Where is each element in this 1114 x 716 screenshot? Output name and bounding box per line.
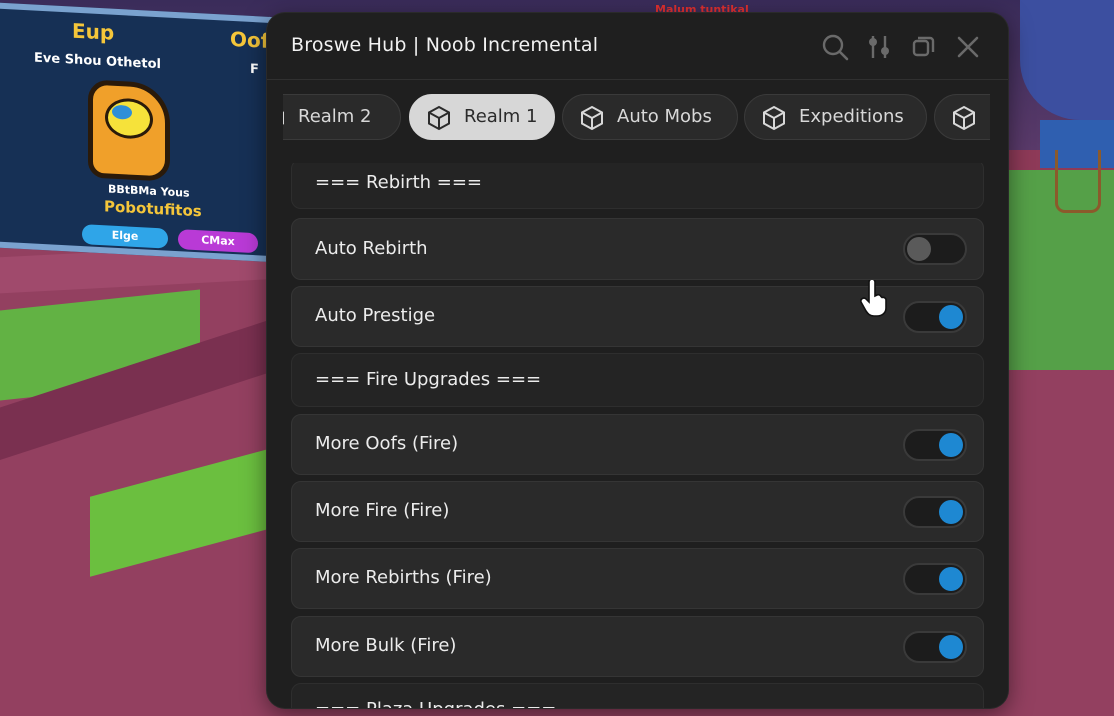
toggle-row-auto-rebirth[interactable]: Auto Rebirth	[291, 218, 984, 280]
toggle-label: Auto Rebirth	[315, 238, 428, 259]
tab-auto-mobs[interactable]: Auto Mobs	[562, 94, 738, 140]
billboard-title: Eup	[72, 18, 115, 45]
billboard-title-right: Oof	[230, 26, 270, 53]
more-bulk-toggle[interactable]	[903, 631, 967, 663]
auto-rebirth-toggle[interactable]	[903, 233, 967, 265]
title-bar[interactable]: Broswe Hub | Noob Incremental	[267, 13, 1008, 80]
tab-label: Realm 2	[298, 106, 372, 127]
game-billboard: Eup Oof Eve Shou Othetol F BBtBMa Yous P…	[0, 2, 275, 263]
toggle-label: More Oofs (Fire)	[315, 433, 459, 454]
tab-label: Expeditions	[799, 106, 904, 127]
window-title: Broswe Hub | Noob Incremental	[291, 34, 599, 56]
search-icon[interactable]	[821, 33, 849, 61]
cube-icon	[761, 105, 787, 131]
tab-label: Realm 1	[464, 106, 538, 127]
section-header-next: === Plaza Upgrades ===	[291, 683, 984, 708]
cube-icon	[426, 105, 452, 131]
more-oofs-toggle[interactable]	[903, 429, 967, 461]
section-header-label: === Plaza Upgrades ===	[315, 699, 556, 708]
auto-prestige-toggle[interactable]	[903, 301, 967, 333]
tab-expeditions[interactable]: Expeditions	[744, 94, 927, 140]
cube-icon	[283, 105, 286, 131]
cube-icon	[951, 105, 977, 131]
section-header-label: === Fire Upgrades ===	[315, 369, 542, 390]
minimize-icon[interactable]	[909, 33, 937, 61]
billboard-subtitle: Eve Shou Othetol	[34, 50, 161, 73]
toggle-label: More Fire (Fire)	[315, 500, 450, 521]
billboard-button-right: CMax	[178, 229, 258, 254]
section-header-rebirth: === Rebirth ===	[291, 163, 984, 209]
close-icon[interactable]	[954, 33, 982, 61]
billboard-logo	[88, 79, 170, 182]
toggle-label: More Bulk (Fire)	[315, 635, 457, 656]
toggle-label: More Rebirths (Fire)	[315, 567, 492, 588]
toggle-row-more-rebirths[interactable]: More Rebirths (Fire)	[291, 548, 984, 609]
tab-realm-1[interactable]: Realm 1	[409, 94, 555, 140]
toggle-row-more-oofs[interactable]: More Oofs (Fire)	[291, 414, 984, 475]
options-list[interactable]: === Rebirth === Auto Rebirth Auto Presti…	[291, 163, 984, 708]
hand-cursor-icon	[860, 278, 890, 318]
toggle-row-more-fire[interactable]: More Fire (Fire)	[291, 481, 984, 542]
toggle-row-more-bulk[interactable]: More Bulk (Fire)	[291, 616, 984, 677]
tab-next[interactable]	[934, 94, 990, 140]
settings-sliders-icon[interactable]	[865, 33, 893, 61]
toggle-label: Auto Prestige	[315, 305, 436, 326]
more-rebirths-toggle[interactable]	[903, 563, 967, 595]
tab-label: Auto Mobs	[617, 106, 712, 127]
tab-realm-2[interactable]: Realm 2	[283, 94, 401, 140]
section-header-fire: === Fire Upgrades ===	[291, 353, 984, 407]
billboard-caption-big: Pobotufitos	[104, 197, 202, 221]
more-fire-toggle[interactable]	[903, 496, 967, 528]
section-header-label: === Rebirth ===	[315, 172, 483, 193]
hub-window: Broswe Hub | Noob Incremental Realm 2 Re…	[267, 13, 1008, 708]
billboard-subtitle-right: F	[250, 61, 259, 78]
cube-icon	[579, 105, 605, 131]
swing	[1055, 150, 1101, 213]
billboard-button-left: Elge	[82, 224, 168, 249]
tab-bar: Realm 2 Realm 1 Auto Mobs Expeditions	[283, 94, 990, 144]
